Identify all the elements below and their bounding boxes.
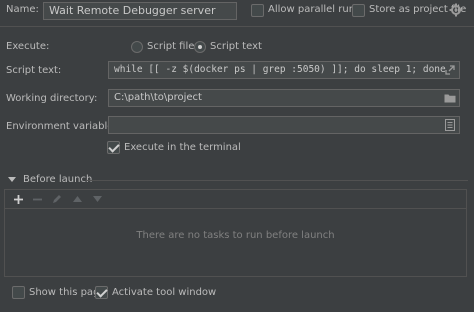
activate-tool-window-label: Activate tool window: [112, 287, 217, 298]
edit-icon[interactable]: [50, 192, 64, 206]
store-as-project-file-checkbox[interactable]: [352, 4, 365, 17]
allow-parallel-run-checkbox[interactable]: [251, 4, 264, 17]
execute-in-terminal-checkbox[interactable]: [107, 141, 120, 154]
expand-icon[interactable]: [443, 63, 457, 77]
script-text-radio-label: Script text: [210, 41, 262, 52]
environment-variables-label: Environment variables:: [6, 121, 122, 132]
collapse-triangle-icon[interactable]: [8, 175, 18, 185]
allow-parallel-run-label: Allow parallel run: [268, 4, 356, 15]
header-separator: [0, 26, 474, 27]
name-input[interactable]: Wait Remote Debugger server: [43, 2, 237, 20]
settings-icon[interactable]: [449, 3, 463, 17]
before-launch-empty-text: There are no tasks to run before launch: [136, 230, 335, 241]
working-directory-label: Working directory:: [6, 93, 98, 104]
before-launch-panel: There are no tasks to run before launch: [4, 189, 467, 277]
script-file-radio[interactable]: [131, 41, 143, 53]
script-text-radio[interactable]: [194, 41, 206, 53]
activate-tool-window-checkbox[interactable]: [95, 286, 108, 299]
remove-icon[interactable]: [30, 192, 44, 206]
folder-icon[interactable]: [443, 91, 457, 105]
edit-list-icon[interactable]: [443, 118, 457, 132]
before-launch-toolbar: [5, 190, 466, 209]
before-launch-label: Before launch: [23, 174, 93, 185]
environment-variables-input[interactable]: [108, 116, 460, 134]
show-this-page-checkbox[interactable]: [12, 286, 25, 299]
script-file-label: Script file: [147, 41, 195, 52]
execute-label: Execute:: [6, 41, 50, 52]
before-launch-separator: [86, 180, 468, 181]
move-up-icon[interactable]: [70, 192, 84, 206]
add-icon[interactable]: [11, 192, 25, 206]
move-down-icon[interactable]: [90, 192, 104, 206]
working-directory-input[interactable]: C:\path\to\project: [108, 89, 460, 107]
script-text-input[interactable]: while [[ -z $(docker ps | grep :5050) ]]…: [108, 61, 460, 79]
script-text-label: Script text:: [6, 65, 62, 76]
execute-in-terminal-label: Execute in the terminal: [124, 142, 241, 153]
name-label: Name:: [6, 4, 39, 15]
